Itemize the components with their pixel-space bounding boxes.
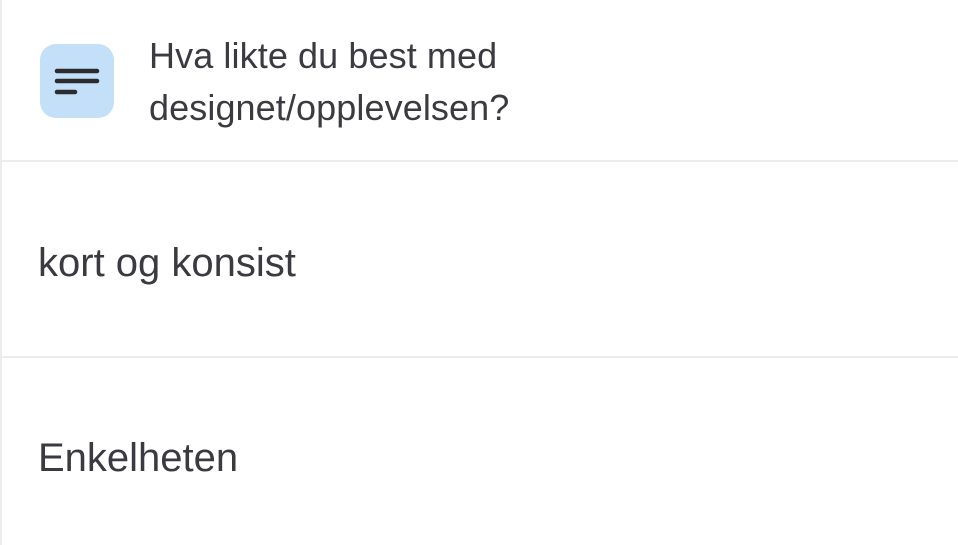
text-question-icon-tile [40,44,114,118]
text-lines-icon [54,68,100,95]
question-header: Hva likte du best med designet/opplevels… [2,0,958,162]
answer-row: kort og konsist [2,162,958,358]
answer-text: Enkelheten [38,436,239,480]
survey-response-panel: Hva likte du best med designet/opplevels… [0,0,958,545]
question-title: Hva likte du best med designet/opplevels… [149,30,849,134]
answer-row: Enkelheten [2,358,958,545]
question-title-line-1: Hva likte du best med [149,35,498,76]
answer-text: kort og konsist [38,241,296,285]
question-title-line-2: designet/opplevelsen? [149,87,510,128]
